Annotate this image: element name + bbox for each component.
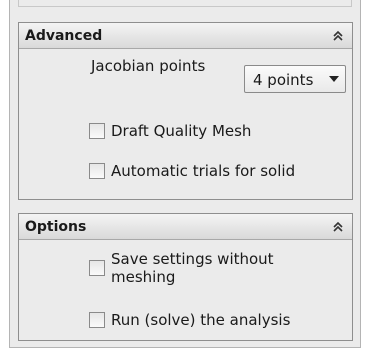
property-manager: Advanced Jacobian points 4 points Draft … xyxy=(9,0,361,348)
jacobian-points-value: 4 points xyxy=(253,71,314,89)
run-analysis-checkbox[interactable] xyxy=(89,312,105,328)
draft-quality-mesh-label: Draft Quality Mesh xyxy=(111,122,252,140)
run-analysis-row[interactable]: Run (solve) the analysis xyxy=(89,311,290,329)
dropdown-arrow-icon xyxy=(329,76,339,82)
save-settings-checkbox[interactable] xyxy=(89,260,105,276)
jacobian-points-select[interactable]: 4 points xyxy=(244,65,346,93)
save-settings-row[interactable]: Save settings without meshing xyxy=(89,250,331,286)
automatic-trials-label: Automatic trials for solid xyxy=(111,162,296,180)
run-analysis-label: Run (solve) the analysis xyxy=(111,311,291,329)
draft-quality-mesh-row[interactable]: Draft Quality Mesh xyxy=(89,122,251,140)
advanced-panel: Advanced Jacobian points 4 points Draft … xyxy=(18,22,353,200)
advanced-panel-title: Advanced xyxy=(25,28,103,44)
draft-quality-mesh-checkbox[interactable] xyxy=(89,123,105,139)
collapse-icon[interactable] xyxy=(330,219,346,235)
collapse-icon[interactable] xyxy=(330,28,346,44)
options-panel-header[interactable]: Options xyxy=(19,214,352,240)
options-panel: Options Save settings without meshing Ru… xyxy=(18,213,353,341)
automatic-trials-checkbox[interactable] xyxy=(89,163,105,179)
previous-panel-bottom xyxy=(18,0,352,7)
advanced-panel-header[interactable]: Advanced xyxy=(19,23,352,49)
options-panel-title: Options xyxy=(25,219,87,235)
automatic-trials-row[interactable]: Automatic trials for solid xyxy=(89,162,295,180)
jacobian-points-label: Jacobian points xyxy=(91,57,206,75)
save-settings-label: Save settings without meshing xyxy=(111,250,274,286)
